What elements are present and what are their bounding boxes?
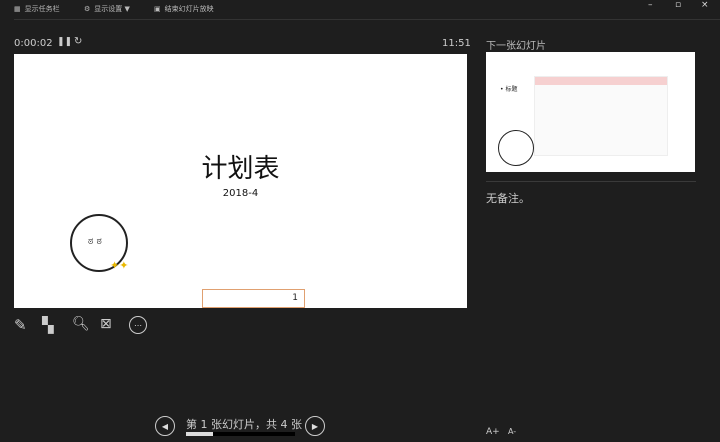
restart-timer-button[interactable]: ↻ — [74, 36, 82, 47]
sparkle-icon: ✦✦ — [110, 259, 129, 272]
more-options-icon[interactable]: ⋯ — [129, 316, 147, 334]
display-settings-button[interactable]: ⚙ 显示设置 ▼ — [84, 3, 130, 15]
slide-subtitle: 2018-4 — [222, 188, 259, 199]
close-button[interactable]: × — [701, 0, 709, 10]
taskbar-icon: ▦ — [14, 5, 21, 13]
show-taskbar-label: 显示任务栏 — [24, 5, 60, 13]
previous-slide-button[interactable]: ◀ — [155, 416, 175, 436]
display-settings-label: 显示设置 ▼ — [94, 5, 130, 13]
minimize-button[interactable]: – — [648, 0, 653, 10]
end-show-button[interactable]: ▣ 结束幻灯片放映 — [154, 3, 214, 15]
end-show-label: 结束幻灯片放映 — [164, 5, 214, 13]
current-slide: 计划表 2018-4 ಠ ಠ ✦✦ 1 — [14, 54, 467, 308]
zoom-icon[interactable]: 🔍︎ — [72, 316, 90, 334]
slide-counter: 第 1 张幻灯片，共 4 张 — [186, 418, 302, 431]
restore-button[interactable]: ▫ — [675, 0, 681, 10]
display-settings-icon: ⚙ — [84, 5, 91, 13]
next-slide-label: 下一张幻灯片 — [486, 41, 546, 52]
elapsed-timer: 0:00:02 — [14, 38, 53, 49]
decrease-font-button[interactable]: A- — [508, 427, 516, 436]
clock: 11:51 — [442, 38, 471, 49]
next-slide-preview[interactable]: • 标题 — [486, 52, 695, 172]
speaker-notes: 无备注。 — [486, 192, 530, 205]
slide-progress-bar — [186, 432, 295, 436]
slide-number-box: 1 — [202, 289, 305, 308]
show-taskbar-button[interactable]: ▦ 显示任务栏 — [14, 3, 60, 15]
see-all-slides-icon[interactable]: ▚ — [42, 316, 60, 334]
end-show-icon: ▣ — [154, 5, 161, 13]
next-slide-screenshot — [534, 76, 668, 156]
pen-tool-icon[interactable]: ✎ — [14, 316, 32, 334]
next-slide-button[interactable]: ▶ — [305, 416, 325, 436]
notes-divider — [486, 181, 696, 182]
pause-button[interactable]: ❚❚ — [57, 37, 72, 47]
next-slide-bullet: • 标题 — [500, 86, 518, 93]
divider — [14, 19, 720, 20]
slide-title: 计划表 — [201, 154, 280, 184]
black-screen-icon[interactable]: ⊠ — [100, 316, 118, 334]
next-slide-sticker — [498, 130, 534, 166]
increase-font-button[interactable]: A+ — [486, 427, 500, 437]
